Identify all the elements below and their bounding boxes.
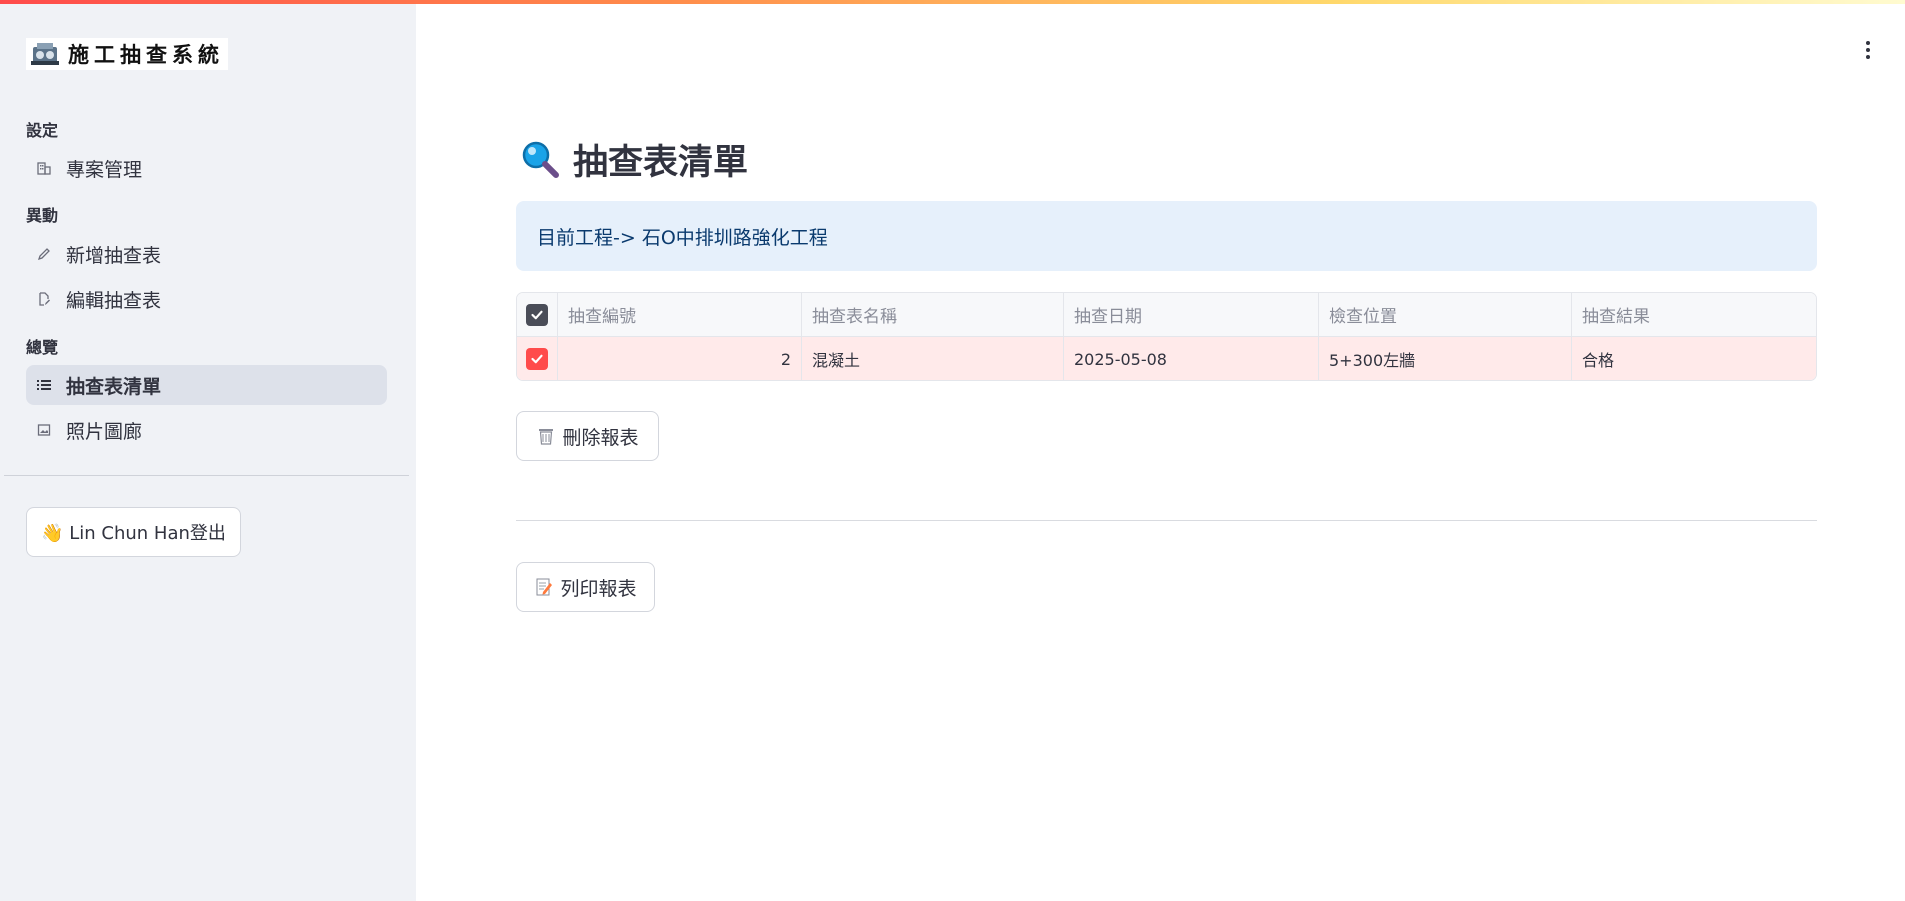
print-report-button[interactable]: 列印報表 — [516, 562, 655, 612]
sidebar-item-label: 抽查表清單 — [66, 375, 162, 398]
logo-text: 施工抽查系統 — [68, 42, 224, 67]
column-header[interactable]: 檢查位置 — [1319, 293, 1572, 336]
select-all-cell — [517, 293, 558, 336]
building-icon — [36, 160, 52, 176]
trash-icon — [539, 429, 554, 445]
inspection-table: 抽查編號 抽查表名稱 抽查日期 檢查位置 抽查結果 2 混凝土 2025-05-… — [516, 292, 1817, 381]
page-title: 抽查表清單 — [519, 135, 748, 183]
section-label-settings: 設定 — [26, 121, 59, 140]
sidebar-item-inspection-list[interactable]: 抽查表清單 — [26, 365, 387, 405]
sidebar-item-label: 新增抽查表 — [66, 244, 162, 267]
section-label-overview: 總覽 — [26, 338, 59, 357]
column-header[interactable]: 抽查結果 — [1572, 293, 1816, 336]
content-divider — [516, 520, 1817, 521]
section-label-changes: 異動 — [26, 206, 59, 225]
more-options-icon[interactable] — [1860, 38, 1876, 62]
logout-button[interactable]: 👋 Lin Chun Han登出 — [26, 507, 241, 557]
sidebar-item-label: 照片圖廊 — [66, 420, 143, 443]
table-cell[interactable]: 混凝土 — [802, 337, 1064, 380]
sidebar: 施工抽查系統 設定 專案管理 異動 新增抽查表 編輯抽查表 總覽 抽查表清單 照… — [0, 0, 416, 901]
sidebar-item-new-inspection[interactable]: 新增抽查表 — [26, 234, 387, 274]
memo-icon — [536, 578, 553, 596]
pencil-icon — [36, 246, 52, 262]
edit-document-icon — [36, 291, 52, 307]
logo-machine-icon — [31, 43, 59, 65]
print-report-label: 列印報表 — [560, 577, 637, 600]
table-header-row: 抽查編號 抽查表名稱 抽查日期 檢查位置 抽查結果 — [517, 293, 1816, 337]
column-header[interactable]: 抽查表名稱 — [802, 293, 1064, 336]
sidebar-divider — [4, 475, 409, 476]
column-header[interactable]: 抽查日期 — [1064, 293, 1319, 336]
sidebar-item-project-management[interactable]: 專案管理 — [26, 148, 387, 188]
table-cell[interactable]: 5+300左牆 — [1319, 337, 1572, 380]
check-icon — [531, 310, 543, 319]
magnifier-icon — [522, 141, 559, 178]
table-cell[interactable]: 2025-05-08 — [1064, 337, 1319, 380]
sidebar-item-photo-gallery[interactable]: 照片圖廊 — [26, 410, 387, 450]
column-header[interactable]: 抽查編號 — [558, 293, 802, 336]
app-logo: 施工抽查系統 — [26, 38, 228, 70]
check-icon — [531, 354, 543, 364]
sidebar-item-label: 編輯抽查表 — [66, 289, 162, 312]
delete-report-button[interactable]: 刪除報表 — [516, 411, 659, 461]
image-icon — [36, 422, 52, 438]
table-cell[interactable]: 合格 — [1572, 337, 1816, 380]
delete-report-label: 刪除報表 — [562, 426, 639, 449]
sidebar-item-label: 專案管理 — [66, 158, 143, 181]
sidebar-item-edit-inspection[interactable]: 編輯抽查表 — [26, 279, 387, 319]
row-checkbox[interactable] — [526, 348, 548, 370]
page-title-text: 抽查表清單 — [573, 142, 749, 183]
table-row[interactable]: 2 混凝土 2025-05-08 5+300左牆 合格 — [517, 337, 1816, 380]
top-decoration-bar — [0, 0, 1905, 4]
row-select-cell — [517, 337, 558, 380]
current-project-info: 目前工程-> 石O中排圳路強化工程 — [516, 201, 1817, 271]
table-cell[interactable]: 2 — [558, 337, 802, 380]
select-all-checkbox[interactable] — [526, 303, 548, 326]
list-icon — [36, 377, 52, 393]
